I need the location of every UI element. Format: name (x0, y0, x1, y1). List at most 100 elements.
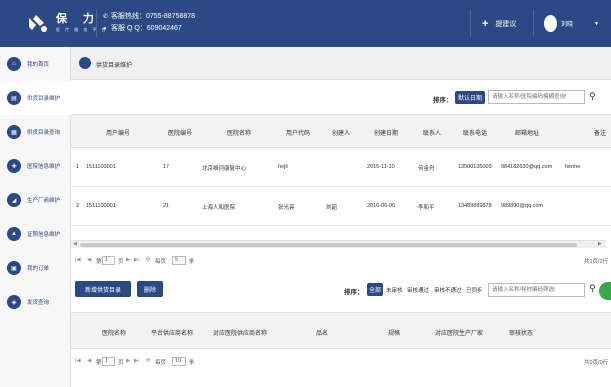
cell-user-code: 张光亮 (278, 205, 295, 211)
column-header[interactable]: 联系电话 (463, 128, 487, 137)
sidebar-item-label: 供货目录维护 (27, 96, 61, 102)
side-float-tab[interactable] (599, 282, 611, 300)
next-page-icon[interactable]: ▶ (126, 358, 130, 364)
search-input[interactable] (488, 283, 585, 297)
sidebar-item-catalog-maintain[interactable]: ▤ 供货目录维护 (0, 81, 71, 115)
column-header[interactable]: 用户代码 (286, 128, 310, 137)
sort-default-date-button[interactable]: 默认日期 (455, 91, 485, 104)
sidebar-item-catalog-query[interactable]: ▦ 供货目录查询 (0, 115, 71, 149)
hospital-icon: ✚ (7, 159, 21, 173)
delete-button[interactable]: 删除 (137, 281, 163, 297)
home-icon: ⌂ (7, 57, 21, 71)
per-page-label: 每页 (155, 259, 167, 265)
header-divider (533, 10, 534, 37)
sort-label: 排序： (344, 289, 364, 296)
search-icon: ▦ (7, 125, 21, 139)
sidebar-item-label: 发货查询 (27, 300, 50, 306)
per-page-unit: 条 (189, 360, 195, 366)
suggest-button[interactable]: + 提建议 (482, 17, 516, 30)
column-header[interactable]: 创建日期 (374, 128, 398, 137)
header-divider (470, 10, 471, 37)
sidebar-item-orders[interactable]: ▣ 我的订单 (0, 251, 71, 285)
catalog-detail-table-header: 医院名称 平台供应商名称 对应医院供应商名称 品名 规格 对应医院生产厂家 审核… (71, 312, 611, 349)
row-number: 1 (76, 164, 80, 170)
filter-all-button[interactable]: 全部 (367, 283, 383, 296)
filter-approved[interactable]: 审核通过 (407, 286, 429, 294)
avatar[interactable] (544, 15, 557, 32)
column-header[interactable]: 医院编号 (168, 128, 192, 137)
filter-unreviewed[interactable]: 未审核 (386, 286, 403, 294)
chevron-down-icon[interactable]: ▼ (594, 21, 599, 27)
cell-phone: 13500135009 (458, 164, 492, 170)
column-header[interactable]: 邮箱地址 (515, 128, 539, 137)
column-header[interactable]: 品名 (316, 328, 328, 337)
prev-page-icon[interactable]: ◀ (87, 257, 91, 263)
cell-hospital-no: 21 (163, 203, 170, 209)
column-header[interactable]: 用户编号 (106, 128, 130, 137)
per-page-label: 每页 (155, 360, 167, 366)
grid1-pager: |◀ ◀ 第 1 页 ▶ ▶| ⟳ 每页 5 条 共1页/2行 (71, 254, 611, 268)
brand-name: 保 力 (56, 12, 100, 25)
first-page-icon[interactable]: |◀ (75, 257, 81, 263)
cell-email: 989890@qq.com (501, 203, 543, 209)
cell-creator: 刘韶 (326, 205, 338, 211)
add-catalog-button[interactable]: 新增供货目录 (75, 281, 131, 297)
page-input[interactable]: 1 (102, 256, 115, 265)
plus-icon: + (482, 18, 489, 30)
sidebar-item-home[interactable]: ⌂ 我的首页 (0, 47, 71, 81)
table-header: 用户编号 医院编号 医院名称 用户代码 创建人 创建日期 联系人 联系电话 邮箱… (71, 115, 611, 148)
column-header[interactable]: 联系人 (423, 128, 441, 137)
horizontal-scrollbar[interactable]: ◀ ▶ (71, 240, 606, 248)
sidebar-item-hospital[interactable]: ✚ 医院信息维护 (0, 149, 71, 183)
row-number: 2 (76, 203, 80, 209)
sidebar-item-factory[interactable]: ◢ 生产厂商维护 (0, 183, 71, 217)
scrollbar-thumb[interactable] (80, 243, 577, 247)
user-name[interactable]: 刘晓 (561, 19, 573, 28)
column-header[interactable]: 平台供应商名称 (151, 328, 193, 337)
license-icon: ▲ (7, 227, 21, 241)
page-input[interactable]: 1 (102, 357, 115, 366)
grid2-toolbar: 新增供货目录 删除 排序： 全部 未审核 审核通过 审核不通过 已同步 ⚲ (71, 278, 611, 302)
next-page-icon[interactable]: ▶ (126, 257, 130, 263)
sidebar-item-license[interactable]: ▲ 证照信息维护 (0, 217, 71, 251)
search-icon[interactable]: ⚲ (589, 283, 596, 294)
filter-synced[interactable]: 已同步 (466, 286, 483, 294)
last-page-icon[interactable]: ▶| (134, 257, 140, 263)
refresh-icon[interactable]: ⟳ (146, 358, 151, 364)
table-row[interactable]: 1 1511100001 17 北京维河康复中心 hejli 2015-11-1… (71, 148, 611, 187)
column-header[interactable]: 医院名称 (102, 328, 126, 337)
header-divider (96, 10, 97, 37)
grid2-pager: |◀ ◀ 第 1 页 ▶ ▶| ⟳ 每页 10 条 共0页/0行 (71, 355, 611, 369)
column-header[interactable]: 对应医院生产厂家 (435, 328, 483, 337)
order-icon: ▣ (7, 261, 21, 275)
filter-rejected[interactable]: 审核不通过 (434, 286, 462, 294)
pager-summary: 共0页/0行 (584, 360, 609, 366)
scroll-right-icon[interactable]: ▶ (598, 241, 602, 247)
prev-page-icon[interactable]: ◀ (87, 358, 91, 364)
search-icon[interactable]: ⚲ (589, 91, 596, 102)
column-header[interactable]: 对应医院供应商名称 (213, 328, 267, 337)
column-header[interactable]: 审核状态 (509, 328, 533, 337)
first-page-icon[interactable]: |◀ (75, 358, 81, 364)
sidebar-item-shipping[interactable]: ◈ 发货查询 (0, 285, 71, 319)
column-header[interactable]: 备注 (594, 128, 606, 137)
search-input[interactable] (488, 90, 585, 104)
cell-email: 984182630@qq.com (501, 164, 553, 170)
column-header[interactable]: 医院名称 (227, 128, 251, 137)
tab-catalog-maintain[interactable]: 供货目录维护 (96, 60, 132, 69)
per-page-select[interactable]: 10 (172, 357, 186, 366)
table-row[interactable]: 2 1511100001 21 上海人和医院 张光亮 刘韶 2016-06-06… (71, 187, 611, 226)
column-header[interactable]: 规格 (388, 328, 400, 337)
last-page-icon[interactable]: ▶| (134, 358, 140, 364)
catalog-icon (79, 57, 91, 69)
page-total: 页 (118, 360, 124, 366)
sidebar-item-label: 我的首页 (27, 62, 50, 68)
per-page-select[interactable]: 5 (172, 256, 186, 265)
per-page-unit: 条 (189, 259, 195, 265)
sidebar: ⌂ 我的首页 ▤ 供货目录维护 ▦ 供货目录查询 ✚ 医院信息维护 ◢ 生产厂商… (0, 47, 71, 387)
scroll-left-icon[interactable]: ◀ (73, 241, 77, 247)
refresh-icon[interactable]: ⟳ (146, 257, 151, 263)
cell-user-code: hejli (278, 164, 288, 170)
column-header[interactable]: 创建人 (332, 128, 350, 137)
cell-user-no: 1511100001 (86, 164, 116, 170)
